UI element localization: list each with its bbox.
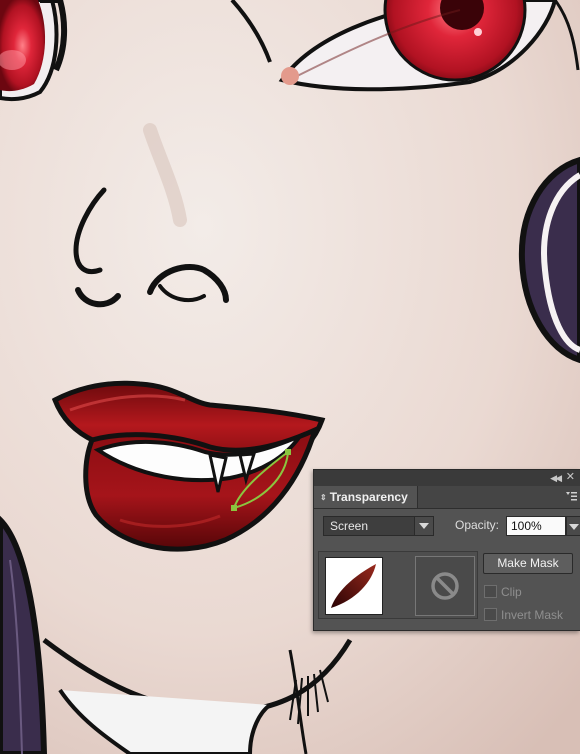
tab-updown-icon: ⇕ xyxy=(320,493,327,502)
make-mask-button[interactable]: Make Mask xyxy=(483,553,573,574)
thumbnail-area xyxy=(318,551,478,619)
tab-transparency[interactable]: ⇕ Transparency xyxy=(314,486,418,508)
clip-checkbox-row[interactable]: Clip xyxy=(484,583,522,599)
panel-menu-icon[interactable] xyxy=(566,491,577,501)
panel-title-bar[interactable]: ◀◀ ✕ xyxy=(314,470,580,487)
transparency-panel: ◀◀ ✕ ⇕Transparency Screen Opacity: 100% xyxy=(313,469,580,631)
close-icon[interactable]: ✕ xyxy=(566,471,575,483)
anchor-point[interactable] xyxy=(231,505,237,511)
clip-checkbox[interactable] xyxy=(484,585,497,599)
invert-mask-label: Invert Mask xyxy=(501,607,564,622)
opacity-dropdown-icon[interactable] xyxy=(566,516,580,536)
invert-mask-checkbox-row[interactable]: Invert Mask xyxy=(484,606,563,622)
brush-stroke-icon xyxy=(331,564,376,608)
face-skin xyxy=(0,0,580,754)
opacity-input[interactable]: 100% xyxy=(506,516,566,536)
blend-mode-select[interactable]: Screen xyxy=(323,516,434,536)
no-mask-icon xyxy=(431,572,459,600)
anchor-point[interactable] xyxy=(285,449,291,455)
opacity-label: Opacity: xyxy=(455,518,500,532)
collapse-icon[interactable]: ◀◀ xyxy=(550,472,562,484)
artwork-thumbnail[interactable] xyxy=(325,557,383,615)
artwork-canvas[interactable] xyxy=(0,0,580,754)
chevron-down-icon[interactable] xyxy=(414,517,433,535)
panel-tab-row: ⇕ Transparency xyxy=(314,486,580,509)
invert-mask-checkbox[interactable] xyxy=(484,608,497,622)
blend-mode-value: Screen xyxy=(330,519,369,533)
tab-label: Transparency xyxy=(329,490,408,504)
clip-label: Clip xyxy=(501,584,522,599)
mask-thumbnail[interactable] xyxy=(415,556,475,616)
